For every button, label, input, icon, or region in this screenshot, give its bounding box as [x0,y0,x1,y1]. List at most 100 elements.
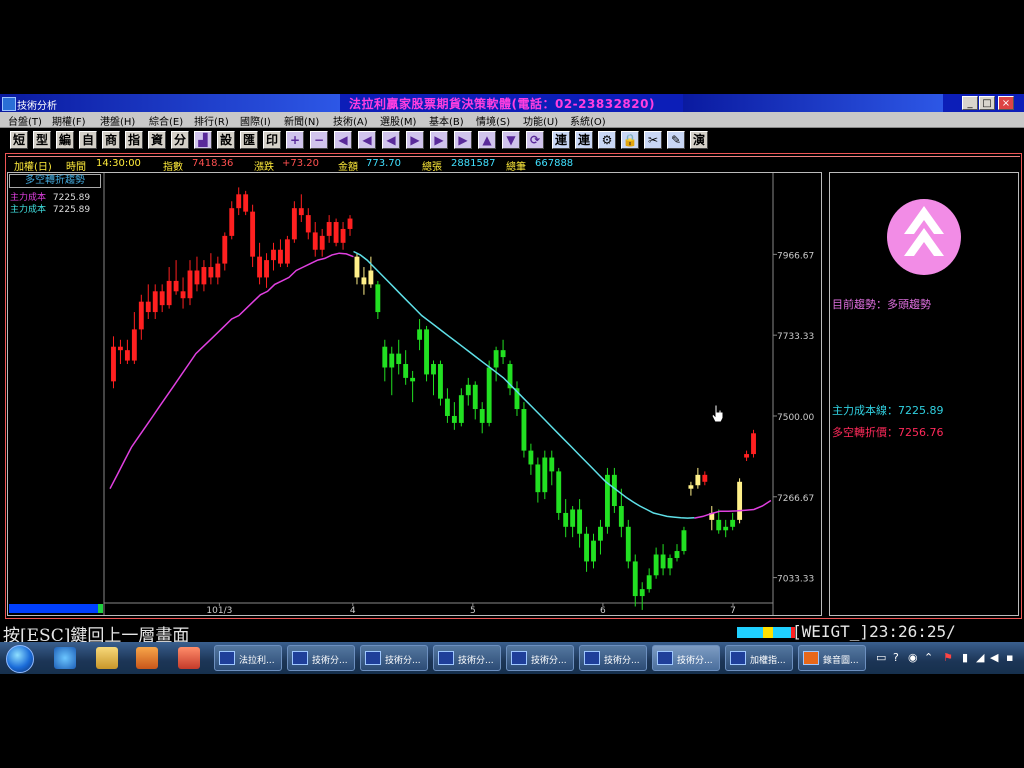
toolbar-arrow-0[interactable]: + [286,131,304,149]
brand-title: 法拉利贏家股票期貨決策軟體(電話：02-23832820) [349,97,655,111]
maximize-button[interactable]: □ [979,96,995,110]
chart-icon-button[interactable]: ▟ [194,131,212,149]
taskbar-task-8[interactable]: 錄音圖... [798,645,866,671]
candle-body [208,267,214,278]
toolbar-button-1[interactable]: 型 [33,131,51,149]
task-label: 技術分... [312,656,348,666]
taskbar-task-7[interactable]: 加權指... [725,645,793,671]
menu-item-12[interactable]: 系統(O) [570,113,606,128]
toolbar-link-1[interactable]: 連 [575,131,593,149]
legend-title[interactable]: 多空轉折趨勢 [9,174,101,188]
toolbar-link-0[interactable]: 連 [552,131,570,149]
toolbar-button-0[interactable]: 短 [10,131,28,149]
edit-icon-button[interactable]: ✎ [667,131,685,149]
media-player-icon[interactable] [136,647,158,669]
candle-body [278,249,283,264]
toolbar-arrow-1[interactable]: − [310,131,328,149]
toolbar-play-button[interactable]: 演 [690,131,708,149]
menu-item-2[interactable]: 港盤(H) [100,113,135,128]
candle-body [111,346,116,382]
candle-body [632,561,638,597]
toolbar-arrow-5[interactable]: ▶ [406,131,424,149]
taskbar-task-1[interactable]: 技術分... [287,645,355,671]
candle-body [124,350,130,361]
toolbar-button-4[interactable]: 商 [102,131,120,149]
candle-body [243,194,249,212]
toolbar-button-b1[interactable]: 匯 [240,131,258,149]
tray-app-icon[interactable]: ◉ [908,651,918,664]
toolbar-arrow-4[interactable]: ◀ [382,131,400,149]
y-tick-label: 7033.33 [777,575,814,585]
taskbar-task-6[interactable]: 技術分... [652,645,720,671]
task-label: 錄音圖... [823,656,859,666]
candle-body [284,239,290,264]
taskbar-task-4[interactable]: 技術分... [506,645,574,671]
start-button[interactable] [6,645,34,673]
menu-item-3[interactable]: 綜合(E) [149,113,183,128]
candle-body [716,519,722,531]
toolbar-button-5[interactable]: 指 [125,131,143,149]
toolbar-button-3[interactable]: 自 [79,131,97,149]
toolbar-button-b0[interactable]: 設 [217,131,235,149]
minimize-button[interactable]: _ [962,96,978,110]
tray-volume-icon[interactable]: ◀ [990,651,998,664]
tray-network-icon[interactable]: ▮ [962,651,968,664]
toolbar-arrow-7[interactable]: ▶ [454,131,472,149]
menu-item-8[interactable]: 選股(M) [380,113,416,128]
menu-item-11[interactable]: 功能(U) [523,113,558,128]
candle-body [493,350,499,368]
menu-item-9[interactable]: 基本(B) [429,113,464,128]
menu-item-5[interactable]: 國際(I) [240,113,271,128]
candle-body [319,235,325,250]
toolbar-arrow-6[interactable]: ▶ [430,131,448,149]
toolbar-button-b2[interactable]: 印 [263,131,281,149]
refresh-icon-button[interactable]: ⟳ [526,131,544,149]
taskbar-task-2[interactable]: 技術分... [360,645,428,671]
folder-icon[interactable] [96,647,118,669]
menu-item-0[interactable]: 台盤(T) [8,113,42,128]
toolbar-arrow-3[interactable]: ◀ [358,131,376,149]
menu-item-1[interactable]: 期權(F) [52,113,86,128]
toolbox-icon[interactable] [178,647,200,669]
taskbar-task-0[interactable]: 法拉利... [214,645,282,671]
task-label: 技術分... [531,656,567,666]
toolbar-button-6[interactable]: 資 [148,131,166,149]
taskbar-task-3[interactable]: 技術分... [433,645,501,671]
tray-chevron-icon[interactable]: ⌃ [924,651,933,664]
candle-body [653,554,659,576]
ie-icon[interactable] [54,647,76,669]
settings-icon-button[interactable]: ⚙ [598,131,616,149]
candle-body [458,395,464,423]
trades-label: 總筆 [506,162,526,173]
toolbar-arrow-2[interactable]: ◀ [334,131,352,149]
candle-body [298,208,304,216]
tools-icon-button[interactable]: ✂ [644,131,662,149]
toolbar-button-2[interactable]: 編 [56,131,74,149]
scrollbar-thumb[interactable] [98,604,103,613]
tray-help-icon[interactable]: ? [893,651,899,664]
toolbar-arrow-8[interactable]: ▲ [478,131,496,149]
candle-body [688,485,694,489]
candle-body [563,512,569,527]
task-app-icon [730,651,746,665]
chart-scrollbar[interactable] [9,604,103,613]
tray-signal-icon[interactable]: ◢ [976,651,984,664]
tray-flag-icon[interactable]: ⚑ [943,651,953,664]
menu-item-4[interactable]: 排行(R) [194,113,229,128]
tray-extra-icon[interactable]: ▪ [1006,651,1013,664]
close-button[interactable]: × [998,96,1014,110]
candle-body [187,270,193,299]
toolbar-arrow-9[interactable]: ▼ [502,131,520,149]
candle-body [215,263,221,278]
tray-keyboard-icon[interactable]: ▭ [876,651,886,664]
lock-icon-button[interactable]: 🔒 [621,131,639,149]
candle-body [521,409,527,451]
toolbar-button-7[interactable]: 分 [171,131,189,149]
menu-item-6[interactable]: 新聞(N) [284,113,319,128]
taskbar-task-5[interactable]: 技術分... [579,645,647,671]
menu-item-10[interactable]: 情境(S) [476,113,510,128]
candlestick-chart[interactable]: 7966.67 7733.33 7500.00 7266.67 7033.33 101/3… [8,173,821,615]
menu-item-7[interactable]: 技術(A) [333,113,368,128]
y-tick-label: 7733.33 [777,332,814,342]
x-tick-label: 4 [350,606,356,615]
